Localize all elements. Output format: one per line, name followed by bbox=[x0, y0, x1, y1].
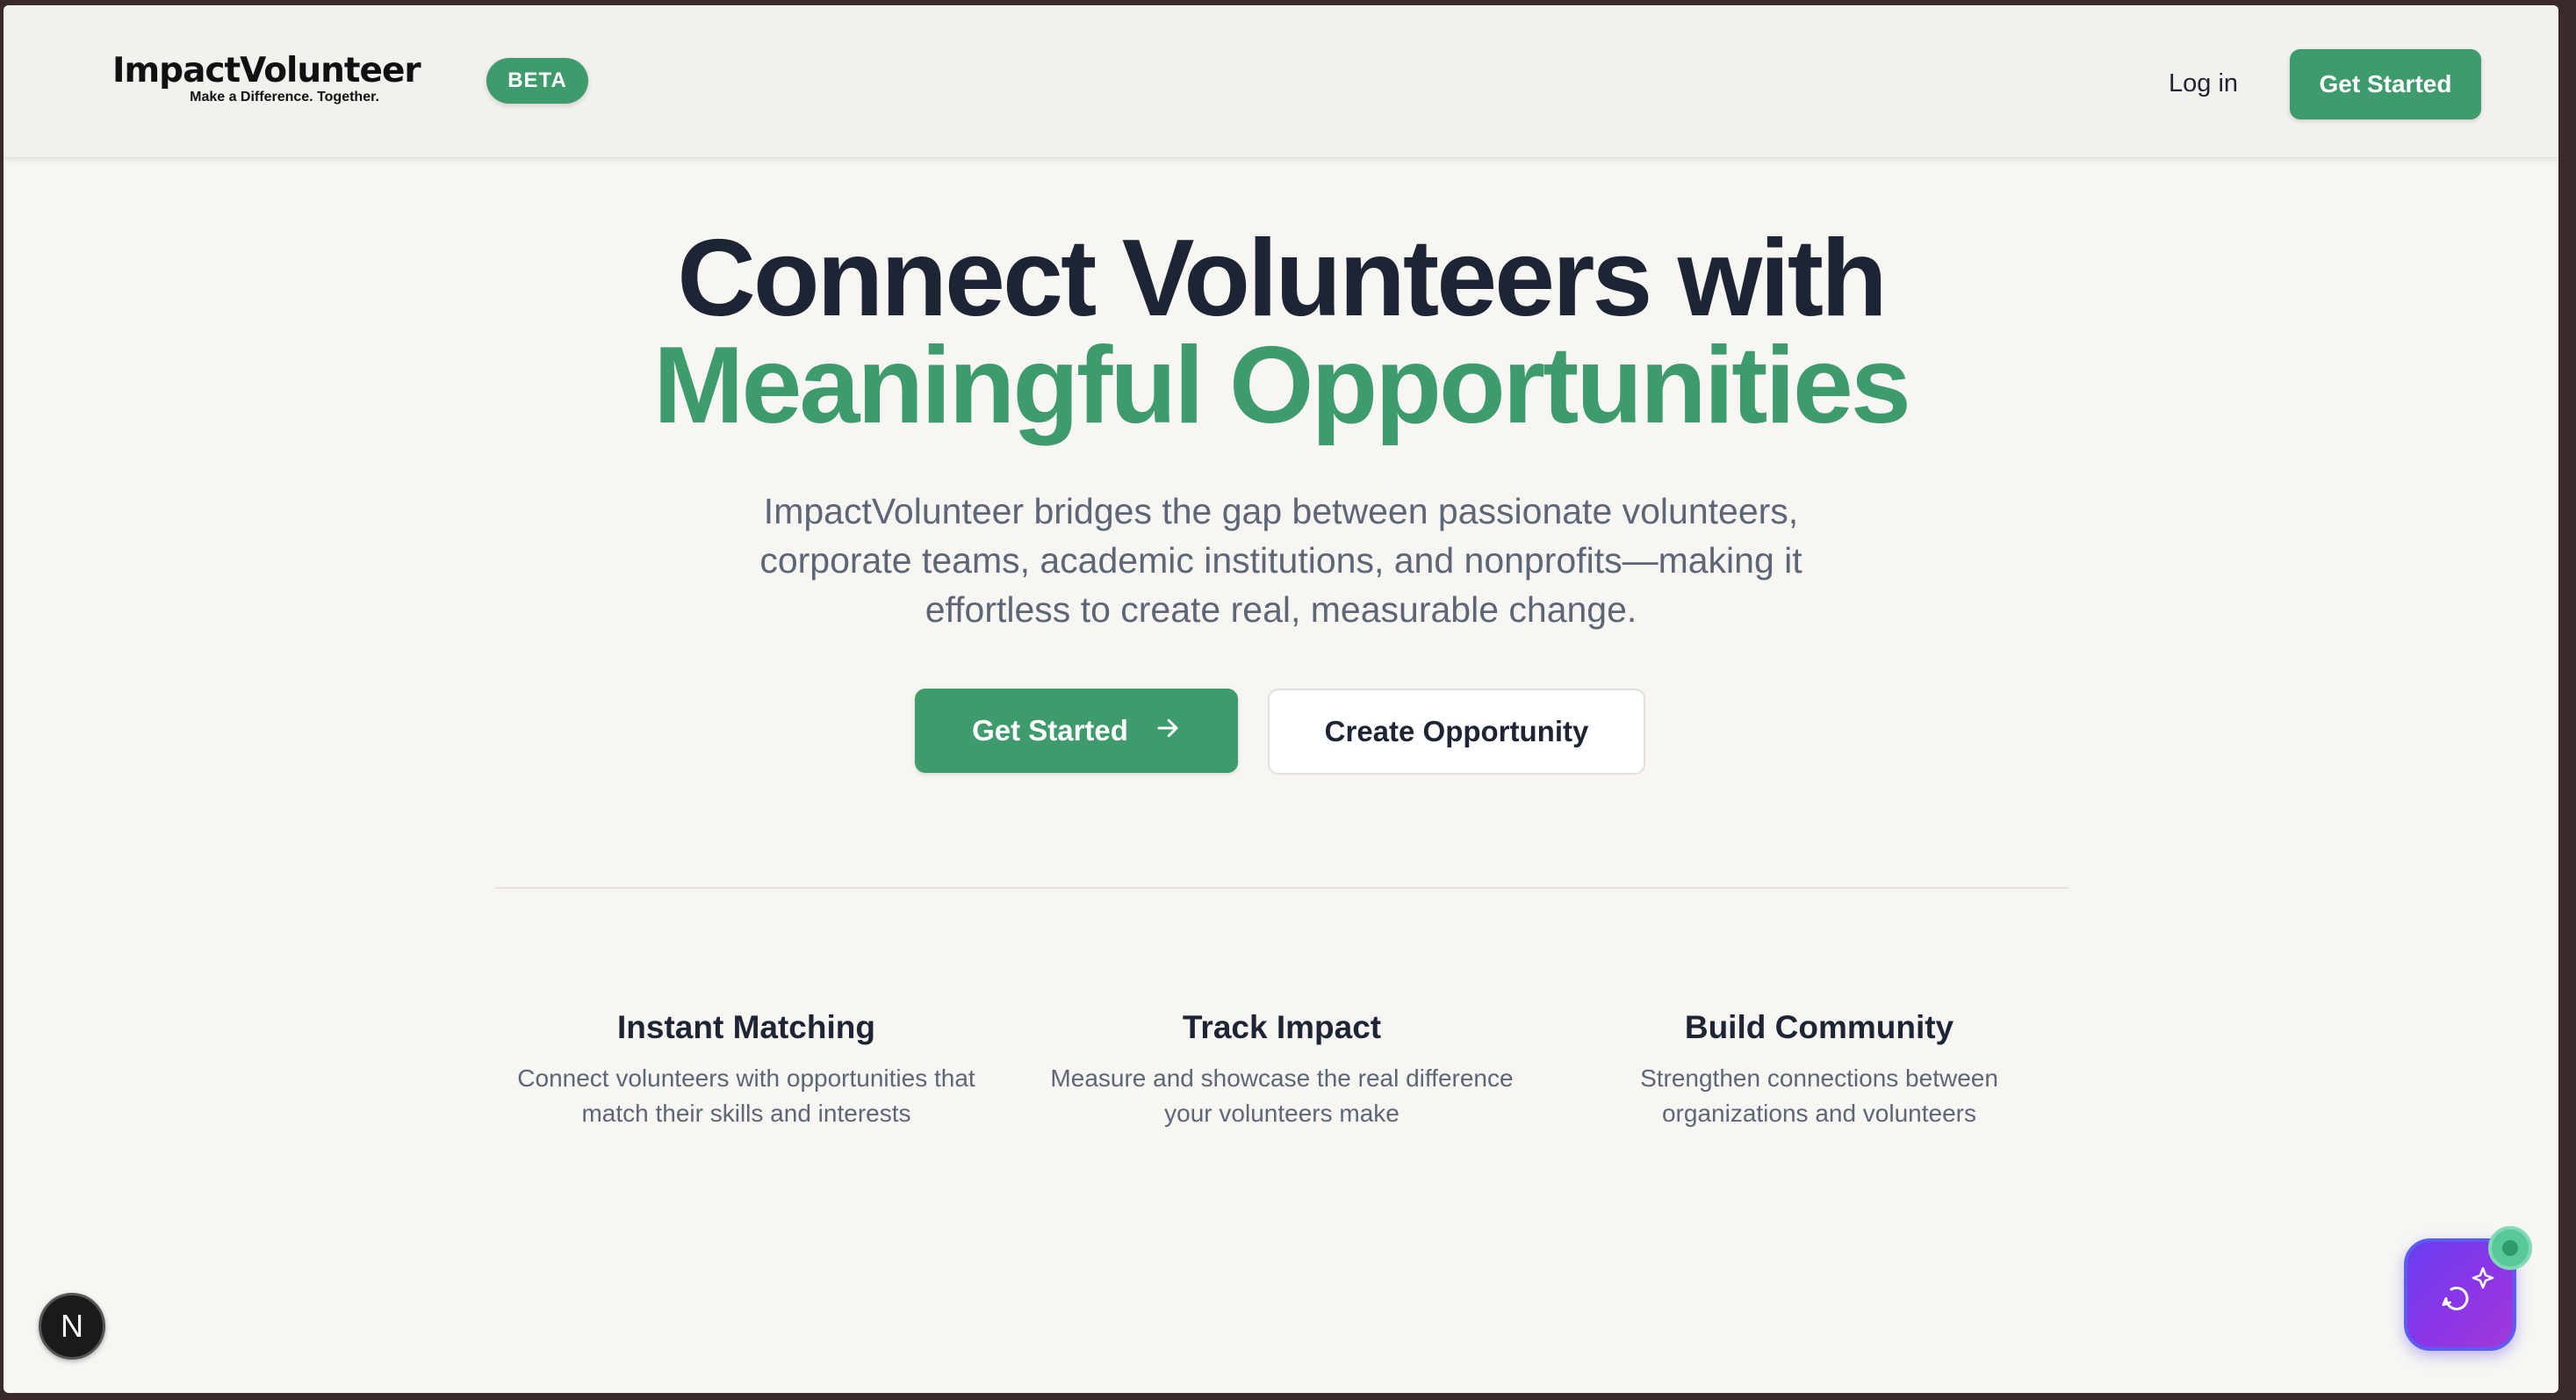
feature-track-impact: Track Impact Measure and showcase the re… bbox=[1027, 1007, 1536, 1131]
feature-title: Instant Matching bbox=[617, 1009, 875, 1045]
feature-title: Build Community bbox=[1684, 1009, 1954, 1045]
feature-description: Measure and showcase the real difference… bbox=[1050, 1064, 1514, 1127]
section-divider bbox=[495, 887, 2069, 889]
hero-get-started-label: Get Started bbox=[972, 714, 1128, 747]
feature-title: Track Impact bbox=[1182, 1009, 1382, 1045]
hero-title: Connect Volunteers with Meaningful Oppor… bbox=[4, 218, 2558, 446]
browser-viewport: ImpactVolunteer Make a Difference. Toget… bbox=[4, 5, 2558, 1393]
feature-build-community: Build Community Strengthen connections b… bbox=[1565, 1007, 2074, 1131]
status-dot bbox=[2502, 1240, 2518, 1256]
feature-instant-matching: Instant Matching Connect volunteers with… bbox=[492, 1007, 1001, 1131]
site-header: ImpactVolunteer Make a Difference. Toget… bbox=[4, 5, 2558, 158]
chat-online-status-indicator bbox=[2488, 1226, 2532, 1270]
logo-wordmark: ImpactVolunteer bbox=[112, 51, 421, 90]
feature-description: Connect volunteers with opportunities th… bbox=[517, 1064, 975, 1127]
logo-tagline: Make a Difference. Together. bbox=[190, 90, 379, 105]
arrow-right-icon bbox=[1155, 715, 1181, 747]
create-opportunity-button[interactable]: Create Opportunity bbox=[1268, 689, 1645, 775]
hero-subtitle: ImpactVolunteer bridges the gap between … bbox=[759, 491, 1802, 630]
site-logo[interactable]: ImpactVolunteer Make a Difference. Toget… bbox=[112, 51, 439, 105]
hero-actions: Get Started Create Opportunity bbox=[4, 689, 2558, 775]
feature-description: Strengthen connections between organizat… bbox=[1640, 1064, 1998, 1127]
dev-tools-badge[interactable]: N bbox=[39, 1293, 105, 1360]
header-get-started-button[interactable]: Get Started bbox=[2290, 49, 2481, 119]
features-section: Instant Matching Connect volunteers with… bbox=[492, 1007, 2072, 1147]
hero-get-started-button[interactable]: Get Started bbox=[915, 689, 1238, 773]
hero-title-line-2: Meaningful Opportunities bbox=[653, 325, 1911, 446]
hero-title-line-1: Connect Volunteers with bbox=[677, 218, 1887, 339]
beta-badge: BETA bbox=[486, 58, 588, 104]
login-link[interactable]: Log in bbox=[2169, 69, 2238, 98]
